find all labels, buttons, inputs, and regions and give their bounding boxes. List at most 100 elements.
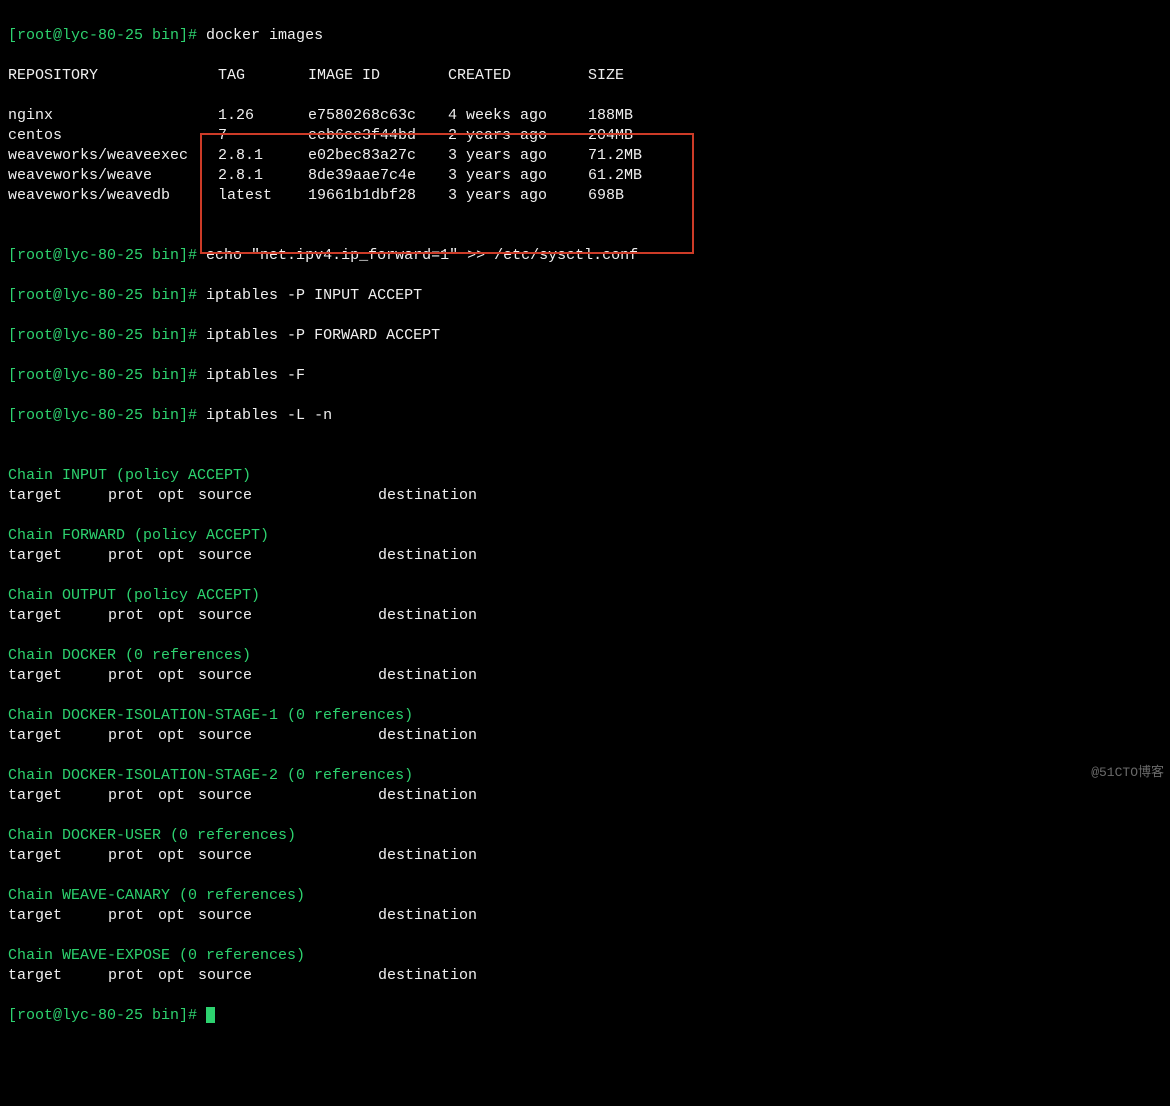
cell-size: 204MB: [588, 126, 708, 146]
chain-title: Chain DOCKER-ISOLATION-STAGE-2 (0 refere…: [8, 766, 1162, 786]
cell-tag: 7: [218, 126, 308, 146]
prompt-line: [root@lyc-80-25 bin]# docker images: [8, 26, 1162, 46]
cell-tag: latest: [218, 186, 308, 206]
col-target: target: [8, 546, 108, 566]
cell-id: eeb6ee3f44bd: [308, 126, 448, 146]
blank-line: [8, 806, 1162, 826]
col-opt: opt: [158, 726, 198, 746]
col-target: target: [8, 846, 108, 866]
col-target: target: [8, 666, 108, 686]
col-prot: prot: [108, 606, 158, 626]
highlighted-commands: [root@lyc-80-25 bin]# echo "net.ipv4.ip_…: [8, 226, 1162, 446]
command-text: iptables -P FORWARD ACCEPT: [206, 327, 440, 344]
col-source: source: [198, 726, 378, 746]
header-repo: REPOSITORY: [8, 66, 218, 86]
blank-line: [8, 746, 1162, 766]
docker-row: centos7eeb6ee3f44bd2 years ago204MB: [8, 126, 1162, 146]
prompt-line: [root@lyc-80-25 bin]# iptables -L -n: [8, 406, 1162, 426]
command-text: iptables -F: [206, 367, 305, 384]
watermark-text: @51CTO博客: [1091, 763, 1164, 783]
chain-header-row: targetprotoptsourcedestination: [8, 846, 1162, 866]
col-source: source: [198, 666, 378, 686]
chain-title: Chain DOCKER-USER (0 references): [8, 826, 1162, 846]
terminal-window[interactable]: [root@lyc-80-25 bin]# docker images REPO…: [0, 0, 1170, 787]
col-opt: opt: [158, 606, 198, 626]
cell-created: 2 years ago: [448, 126, 588, 146]
cell-repo: weaveworks/weaveexec: [8, 146, 218, 166]
col-prot: prot: [108, 726, 158, 746]
cell-created: 3 years ago: [448, 146, 588, 166]
header-id: IMAGE ID: [308, 66, 448, 86]
col-dest: destination: [378, 966, 538, 986]
chain-title: Chain OUTPUT (policy ACCEPT): [8, 586, 1162, 606]
col-source: source: [198, 786, 378, 806]
blank-line: [8, 626, 1162, 646]
col-opt: opt: [158, 966, 198, 986]
col-target: target: [8, 726, 108, 746]
col-source: source: [198, 486, 378, 506]
chain-header-row: targetprotoptsourcedestination: [8, 546, 1162, 566]
col-opt: opt: [158, 846, 198, 866]
docker-row: weaveworks/weave2.8.18de39aae7c4e3 years…: [8, 166, 1162, 186]
command-text: echo "net.ipv4.ip_forward=1" >> /etc/sys…: [206, 247, 638, 264]
col-target: target: [8, 486, 108, 506]
chain-header-row: targetprotoptsourcedestination: [8, 606, 1162, 626]
cell-created: 3 years ago: [448, 186, 588, 206]
col-target: target: [8, 606, 108, 626]
col-dest: destination: [378, 906, 538, 926]
docker-row: nginx1.26e7580268c63c4 weeks ago188MB: [8, 106, 1162, 126]
cell-size: 71.2MB: [588, 146, 708, 166]
chain-title: Chain WEAVE-EXPOSE (0 references): [8, 946, 1162, 966]
cell-id: e7580268c63c: [308, 106, 448, 126]
col-source: source: [198, 606, 378, 626]
col-source: source: [198, 966, 378, 986]
blank-line: [8, 566, 1162, 586]
iptables-output: Chain INPUT (policy ACCEPT)targetprotopt…: [8, 466, 1162, 986]
cell-tag: 2.8.1: [218, 166, 308, 186]
cell-size: 188MB: [588, 106, 708, 126]
final-prompt-line: [root@lyc-80-25 bin]#: [8, 1006, 1162, 1026]
col-dest: destination: [378, 486, 538, 506]
col-dest: destination: [378, 786, 538, 806]
cell-repo: weaveworks/weave: [8, 166, 218, 186]
col-prot: prot: [108, 966, 158, 986]
header-created: CREATED: [448, 66, 588, 86]
command-text: docker images: [206, 27, 323, 44]
docker-row: weaveworks/weavedblatest19661b1dbf283 ye…: [8, 186, 1162, 206]
cell-tag: 2.8.1: [218, 146, 308, 166]
chain-title: Chain DOCKER (0 references): [8, 646, 1162, 666]
blank-line: [8, 506, 1162, 526]
cell-size: 698B: [588, 186, 708, 206]
prompt-line: [root@lyc-80-25 bin]# iptables -P FORWAR…: [8, 326, 1162, 346]
chain-header-row: targetprotoptsourcedestination: [8, 966, 1162, 986]
col-prot: prot: [108, 906, 158, 926]
col-opt: opt: [158, 546, 198, 566]
prompt: [root@lyc-80-25 bin]#: [8, 27, 197, 44]
chain-title: Chain FORWARD (policy ACCEPT): [8, 526, 1162, 546]
cell-id: 8de39aae7c4e: [308, 166, 448, 186]
col-prot: prot: [108, 666, 158, 686]
command-text: iptables -L -n: [206, 407, 332, 424]
chain-header-row: targetprotoptsourcedestination: [8, 726, 1162, 746]
col-dest: destination: [378, 846, 538, 866]
col-dest: destination: [378, 546, 538, 566]
cell-id: 19661b1dbf28: [308, 186, 448, 206]
cell-repo: centos: [8, 126, 218, 146]
cell-created: 3 years ago: [448, 166, 588, 186]
cell-repo: weaveworks/weavedb: [8, 186, 218, 206]
col-source: source: [198, 546, 378, 566]
chain-header-row: targetprotoptsourcedestination: [8, 786, 1162, 806]
col-opt: opt: [158, 786, 198, 806]
chain-header-row: targetprotoptsourcedestination: [8, 486, 1162, 506]
docker-rows: nginx1.26e7580268c63c4 weeks ago188MBcen…: [8, 106, 1162, 206]
prompt-line: [root@lyc-80-25 bin]# iptables -F: [8, 366, 1162, 386]
col-prot: prot: [108, 786, 158, 806]
chain-title: Chain DOCKER-ISOLATION-STAGE-1 (0 refere…: [8, 706, 1162, 726]
col-target: target: [8, 786, 108, 806]
cell-tag: 1.26: [218, 106, 308, 126]
docker-row: weaveworks/weaveexec2.8.1e02bec83a27c3 y…: [8, 146, 1162, 166]
col-dest: destination: [378, 726, 538, 746]
blank-line: [8, 926, 1162, 946]
col-source: source: [198, 846, 378, 866]
prompt-line: [root@lyc-80-25 bin]# echo "net.ipv4.ip_…: [8, 246, 1162, 266]
